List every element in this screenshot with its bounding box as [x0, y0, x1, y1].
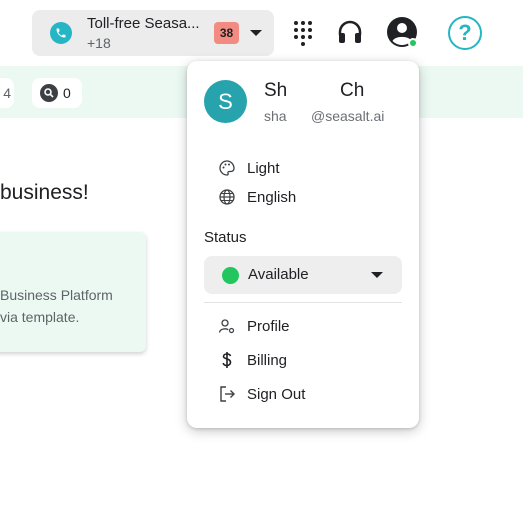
stat-chip[interactable]: 4 — [0, 78, 14, 108]
info-card: Business Platform via template. — [0, 232, 146, 352]
unread-count-badge: 38 — [214, 22, 239, 44]
phone-number-selector[interactable]: Toll-free Seasa... +18 38 — [32, 10, 274, 56]
palette-icon — [219, 160, 235, 176]
card-text: via template. — [0, 309, 80, 325]
manage-account-icon — [218, 319, 235, 334]
user-email-domain: @seasalt.ai — [311, 108, 385, 124]
theme-menu-item[interactable]: Light — [218, 157, 280, 179]
help-icon[interactable]: ? — [448, 16, 482, 50]
globe-icon — [219, 189, 235, 205]
user-email-prefix: sha — [264, 108, 287, 124]
profile-menu-item[interactable]: Profile — [218, 315, 290, 337]
language-menu-item[interactable]: English — [218, 186, 296, 208]
divider — [204, 302, 402, 303]
language-label: English — [247, 188, 297, 206]
phone-icon — [50, 22, 72, 44]
dialpad-icon[interactable] — [294, 21, 314, 47]
card-text: Business Platform — [0, 287, 113, 303]
status-heading: Status — [204, 229, 247, 246]
user-avatar: S — [204, 80, 247, 123]
top-bar: Toll-free Seasa... +18 38 ? — [0, 0, 523, 66]
account-menu: S Sh Ch sha @seasalt.ai Light English St… — [187, 61, 419, 428]
welcome-heading: business! — [0, 181, 89, 204]
phone-line-name: Toll-free Seasa... — [87, 15, 200, 32]
chevron-down-icon — [371, 272, 383, 278]
stat-chip-value: 0 — [63, 85, 71, 101]
billing-menu-item[interactable]: Billing — [218, 349, 287, 371]
sign-out-label: Sign Out — [247, 385, 306, 403]
profile-label: Profile — [247, 317, 290, 335]
user-first-name: Sh — [264, 80, 288, 101]
user-last-name: Ch — [340, 80, 365, 101]
phone-number: +18 — [87, 35, 111, 51]
status-select[interactable]: Available — [204, 256, 402, 294]
theme-label: Light — [247, 159, 280, 177]
logout-icon — [220, 386, 235, 402]
dollar-icon — [222, 352, 232, 368]
chevron-down-icon — [250, 30, 262, 36]
billing-label: Billing — [247, 351, 288, 369]
headset-icon[interactable] — [337, 19, 363, 52]
presence-indicator — [408, 38, 418, 48]
search-icon — [40, 84, 58, 102]
sign-out-menu-item[interactable]: Sign Out — [218, 383, 305, 405]
stat-chip-search[interactable]: 0 — [32, 78, 82, 108]
status-indicator — [222, 267, 239, 284]
status-value: Available — [248, 266, 309, 283]
